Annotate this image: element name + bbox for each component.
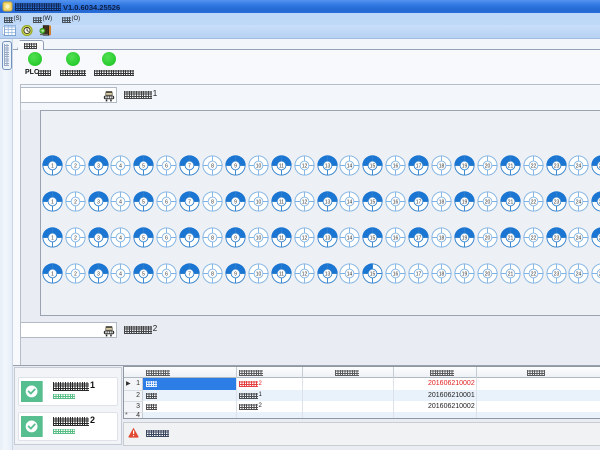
svg-text:17: 17	[416, 199, 422, 205]
svg-text:4: 4	[120, 235, 123, 241]
svg-text:23: 23	[553, 199, 559, 205]
svg-text:3: 3	[97, 163, 100, 169]
svg-text:7: 7	[188, 235, 191, 241]
svg-text:4: 4	[120, 199, 123, 205]
svg-text:22: 22	[530, 271, 536, 277]
svg-text:8: 8	[211, 163, 214, 169]
svg-text:16: 16	[393, 163, 399, 169]
svg-text:10: 10	[256, 199, 262, 205]
svg-text:5: 5	[142, 163, 145, 169]
svg-text:20: 20	[485, 199, 491, 205]
svg-text:7: 7	[188, 271, 191, 277]
svg-text:14: 14	[347, 235, 353, 241]
svg-text:8: 8	[211, 199, 214, 205]
svg-text:11: 11	[279, 235, 284, 241]
svg-text:22: 22	[530, 235, 536, 241]
svg-text:19: 19	[462, 235, 468, 241]
svg-text:9: 9	[234, 271, 237, 277]
svg-text:2: 2	[74, 199, 77, 205]
svg-text:3: 3	[97, 235, 100, 241]
svg-text:8: 8	[211, 235, 214, 241]
svg-text:7: 7	[188, 199, 191, 205]
svg-text:6: 6	[165, 235, 168, 241]
svg-text:10: 10	[256, 271, 262, 277]
svg-text:18: 18	[439, 235, 445, 241]
svg-text:6: 6	[165, 199, 168, 205]
svg-text:10: 10	[256, 163, 262, 169]
svg-text:11: 11	[279, 163, 284, 169]
svg-text:4: 4	[120, 271, 123, 277]
svg-text:6: 6	[165, 271, 168, 277]
svg-text:14: 14	[347, 271, 353, 277]
svg-text:17: 17	[416, 163, 422, 169]
svg-text:1: 1	[51, 271, 54, 277]
svg-text:12: 12	[301, 163, 307, 169]
svg-text:18: 18	[439, 271, 445, 277]
svg-text:12: 12	[301, 235, 307, 241]
svg-text:21: 21	[507, 199, 513, 205]
svg-text:24: 24	[576, 271, 582, 277]
svg-text:16: 16	[393, 199, 399, 205]
svg-text:24: 24	[576, 163, 582, 169]
svg-text:15: 15	[370, 235, 376, 241]
svg-text:18: 18	[439, 199, 445, 205]
svg-text:4: 4	[120, 163, 123, 169]
svg-text:3: 3	[97, 199, 100, 205]
svg-text:13: 13	[324, 199, 330, 205]
svg-text:5: 5	[142, 199, 145, 205]
svg-text:13: 13	[324, 235, 330, 241]
svg-text:14: 14	[347, 163, 353, 169]
svg-text:21: 21	[507, 271, 513, 277]
svg-text:11: 11	[279, 271, 284, 277]
svg-text:16: 16	[393, 271, 399, 277]
svg-text:12: 12	[301, 199, 307, 205]
svg-text:5: 5	[142, 235, 145, 241]
svg-text:19: 19	[462, 199, 468, 205]
svg-text:3: 3	[97, 271, 100, 277]
svg-text:21: 21	[507, 235, 513, 241]
svg-text:16: 16	[393, 235, 399, 241]
svg-text:22: 22	[530, 199, 536, 205]
svg-text:9: 9	[234, 235, 237, 241]
svg-text:9: 9	[234, 163, 237, 169]
svg-text:5: 5	[142, 271, 145, 277]
svg-text:13: 13	[324, 271, 330, 277]
svg-text:23: 23	[553, 235, 559, 241]
svg-text:20: 20	[485, 271, 491, 277]
svg-text:1: 1	[51, 235, 54, 241]
svg-text:15: 15	[370, 163, 376, 169]
svg-text:23: 23	[553, 271, 559, 277]
svg-text:21: 21	[507, 163, 513, 169]
svg-text:19: 19	[462, 163, 468, 169]
svg-text:14: 14	[347, 199, 353, 205]
svg-text:12: 12	[301, 271, 307, 277]
svg-text:2: 2	[74, 235, 77, 241]
svg-text:20: 20	[485, 235, 491, 241]
svg-text:24: 24	[576, 199, 582, 205]
svg-text:15: 15	[370, 199, 376, 205]
svg-text:13: 13	[324, 163, 330, 169]
svg-text:2: 2	[74, 271, 77, 277]
svg-text:9: 9	[234, 199, 237, 205]
svg-text:22: 22	[530, 163, 536, 169]
svg-text:19: 19	[462, 271, 468, 277]
svg-text:7: 7	[188, 163, 191, 169]
svg-text:23: 23	[553, 163, 559, 169]
svg-text:18: 18	[439, 163, 445, 169]
svg-text:1: 1	[51, 199, 54, 205]
svg-text:11: 11	[279, 199, 284, 205]
svg-text:24: 24	[576, 235, 582, 241]
svg-text:15: 15	[370, 271, 376, 277]
svg-text:1: 1	[51, 163, 54, 169]
svg-text:17: 17	[416, 271, 422, 277]
svg-text:20: 20	[485, 163, 491, 169]
svg-text:2: 2	[74, 163, 77, 169]
svg-text:8: 8	[211, 271, 214, 277]
svg-text:6: 6	[165, 163, 168, 169]
svg-text:10: 10	[256, 235, 262, 241]
svg-text:17: 17	[416, 235, 422, 241]
